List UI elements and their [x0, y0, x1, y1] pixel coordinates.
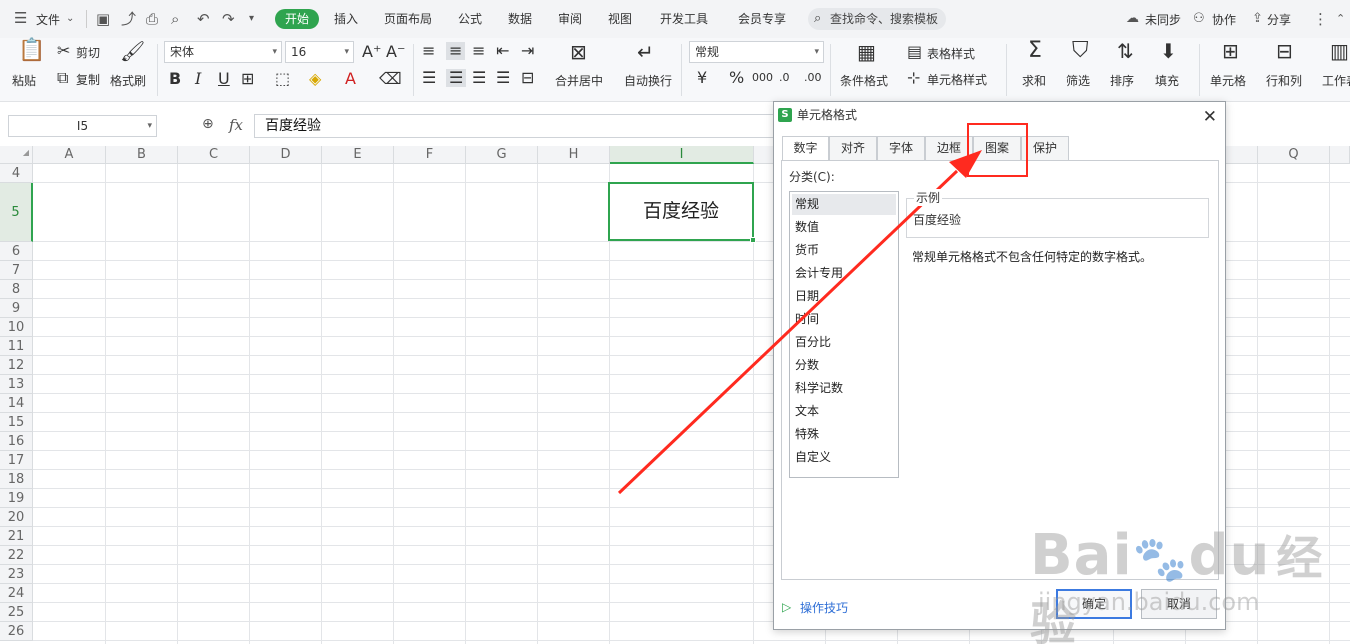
arrow-line [617, 169, 959, 495]
highlight-box [967, 123, 1028, 177]
watermark-bai: Bai [1030, 523, 1133, 588]
spreadsheet-app: ☰ 文件 ⌄ ▣ ⤴ ⎙ ⌕ ↶ ↷ ▾ 开始 插入 页面布局 公式 数据 审阅… [0, 0, 1350, 644]
sample-label: 示例 [914, 189, 943, 206]
watermark-du: du [1188, 523, 1271, 588]
watermark-url: jingyan.baidu.com [1038, 588, 1260, 616]
paw-icon: 🐾 [1132, 534, 1189, 585]
watermark-brand: Bai🐾du 经验 [1030, 522, 1350, 644]
